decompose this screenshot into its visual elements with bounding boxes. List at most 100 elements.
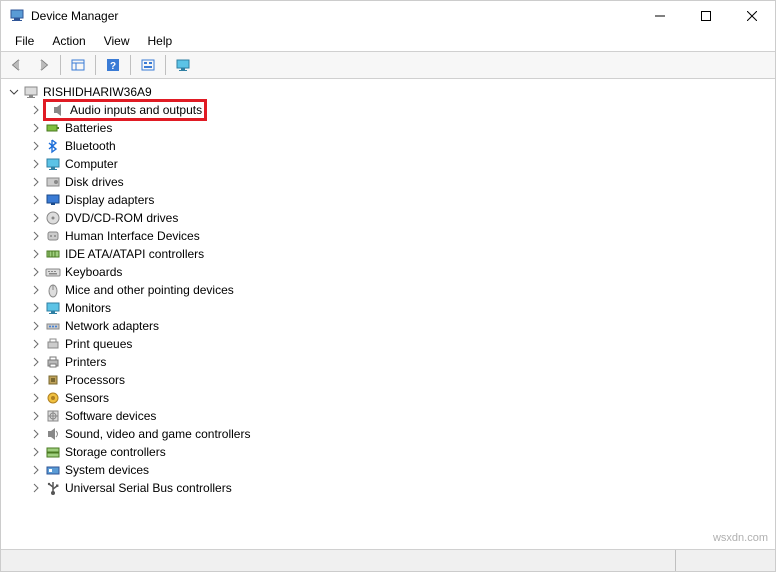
toolbar-separator [95, 55, 96, 75]
tree-node-cpu[interactable]: Processors [5, 371, 775, 389]
computer-icon [45, 156, 61, 172]
chevron-right-icon[interactable] [29, 139, 43, 153]
chevron-right-icon[interactable] [29, 265, 43, 279]
tree-node-sensor[interactable]: Sensors [5, 389, 775, 407]
software-icon [45, 408, 61, 424]
chevron-right-icon[interactable] [29, 175, 43, 189]
chevron-right-icon[interactable] [29, 427, 43, 441]
tree-node-system[interactable]: System devices [5, 461, 775, 479]
tree-node-ide[interactable]: IDE ATA/ATAPI controllers [5, 245, 775, 263]
tree-node-label: Batteries [65, 121, 112, 135]
tree-node-bluetooth[interactable]: Bluetooth [5, 137, 775, 155]
tree-node-hid[interactable]: Human Interface Devices [5, 227, 775, 245]
chevron-right-icon[interactable] [29, 283, 43, 297]
usb-icon [45, 480, 61, 496]
computer-icon [23, 84, 39, 100]
tree-node-label: Sound, video and game controllers [65, 427, 250, 441]
device-tree[interactable]: RISHIDHARIW36A9 Audio inputs and outputs… [1, 79, 775, 549]
keyboard-icon [45, 264, 61, 280]
tree-node-label: Mice and other pointing devices [65, 283, 234, 297]
tree-node-label: Universal Serial Bus controllers [65, 481, 232, 495]
tree-node-label: Sensors [65, 391, 109, 405]
tree-node-label: DVD/CD-ROM drives [65, 211, 178, 225]
chevron-right-icon[interactable] [29, 337, 43, 351]
cpu-icon [45, 372, 61, 388]
app-icon [9, 8, 25, 24]
tree-node-label: Software devices [65, 409, 156, 423]
tree-node-cdrom[interactable]: DVD/CD-ROM drives [5, 209, 775, 227]
ide-icon [45, 246, 61, 262]
menu-help[interactable]: Help [140, 33, 181, 49]
chevron-right-icon[interactable] [29, 373, 43, 387]
tree-node-label: Computer [65, 157, 118, 171]
menu-file[interactable]: File [7, 33, 42, 49]
chevron-right-icon[interactable] [29, 409, 43, 423]
tree-node-audio[interactable]: Audio inputs and outputs [5, 101, 775, 119]
chevron-right-icon[interactable] [29, 445, 43, 459]
chevron-right-icon[interactable] [29, 157, 43, 171]
watermark: wsxdn.com [713, 532, 768, 544]
show-hide-console-tree-button[interactable] [66, 53, 90, 77]
hid-icon [45, 228, 61, 244]
chevron-right-icon[interactable] [29, 481, 43, 495]
printq-icon [45, 336, 61, 352]
tree-node-monitor[interactable]: Monitors [5, 299, 775, 317]
tree-node-printer[interactable]: Printers [5, 353, 775, 371]
bluetooth-icon [45, 138, 61, 154]
mouse-icon [45, 282, 61, 298]
menu-action[interactable]: Action [44, 33, 93, 49]
chevron-down-icon[interactable] [7, 85, 21, 99]
toolbar-separator [165, 55, 166, 75]
chevron-right-icon[interactable] [29, 463, 43, 477]
forward-button[interactable] [31, 53, 55, 77]
help-button[interactable]: ? [101, 53, 125, 77]
tree-node-storage[interactable]: Storage controllers [5, 443, 775, 461]
toolbar-separator [60, 55, 61, 75]
chevron-right-icon[interactable] [29, 121, 43, 135]
chevron-right-icon[interactable] [29, 103, 43, 117]
chevron-right-icon[interactable] [29, 229, 43, 243]
chevron-right-icon[interactable] [29, 355, 43, 369]
tree-node-sound[interactable]: Sound, video and game controllers [5, 425, 775, 443]
tree-node-printq[interactable]: Print queues [5, 335, 775, 353]
toolbar-separator [130, 55, 131, 75]
printer-icon [45, 354, 61, 370]
chevron-right-icon[interactable] [29, 391, 43, 405]
tree-node-label: Human Interface Devices [65, 229, 200, 243]
tree-node-battery[interactable]: Batteries [5, 119, 775, 137]
back-button[interactable] [5, 53, 29, 77]
tree-node-mouse[interactable]: Mice and other pointing devices [5, 281, 775, 299]
chevron-right-icon[interactable] [29, 193, 43, 207]
cdrom-icon [45, 210, 61, 226]
menu-view[interactable]: View [96, 33, 138, 49]
tree-node-label: Audio inputs and outputs [70, 103, 202, 117]
chevron-right-icon[interactable] [29, 211, 43, 225]
scan-hardware-button[interactable] [136, 53, 160, 77]
maximize-button[interactable] [683, 1, 729, 31]
system-icon [45, 462, 61, 478]
tree-node-usb[interactable]: Universal Serial Bus controllers [5, 479, 775, 497]
menubar: File Action View Help [1, 31, 775, 51]
chevron-right-icon[interactable] [29, 247, 43, 261]
tree-node-keyboard[interactable]: Keyboards [5, 263, 775, 281]
tree-node-label: Monitors [65, 301, 111, 315]
tree-node-label: Bluetooth [65, 139, 116, 153]
chevron-right-icon[interactable] [29, 301, 43, 315]
window-title: Device Manager [31, 9, 118, 23]
minimize-button[interactable] [637, 1, 683, 31]
tree-node-software[interactable]: Software devices [5, 407, 775, 425]
tree-node-network[interactable]: Network adapters [5, 317, 775, 335]
status-cell [675, 550, 775, 571]
chevron-right-icon[interactable] [29, 319, 43, 333]
sound-icon [45, 426, 61, 442]
tree-node-label: Network adapters [65, 319, 159, 333]
tree-node-display[interactable]: Display adapters [5, 191, 775, 209]
tree-node-computer[interactable]: Computer [5, 155, 775, 173]
tree-node-label: Keyboards [65, 265, 122, 279]
audio-icon [50, 102, 66, 118]
monitor-button[interactable] [171, 53, 195, 77]
titlebar: Device Manager [1, 1, 775, 31]
tree-root-label: RISHIDHARIW36A9 [43, 85, 152, 99]
close-button[interactable] [729, 1, 775, 31]
tree-node-disk[interactable]: Disk drives [5, 173, 775, 191]
